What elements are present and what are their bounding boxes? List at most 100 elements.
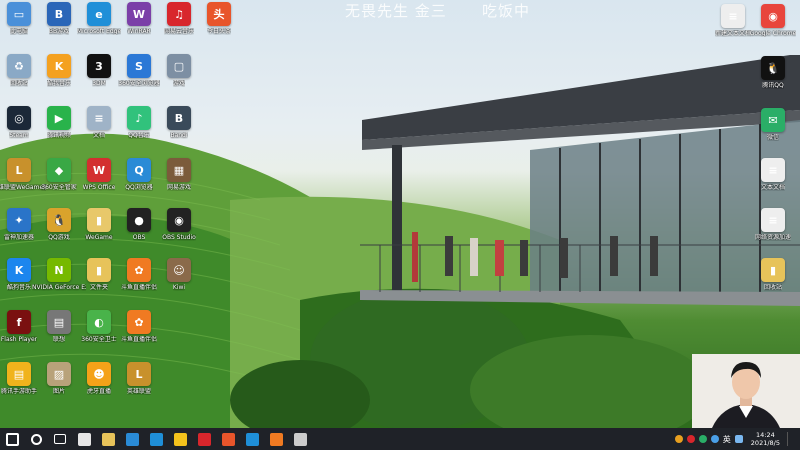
taskbar-edge-button[interactable] (240, 428, 264, 450)
taskbar-qq-music-button[interactable] (168, 428, 192, 450)
tray-app-icon[interactable] (674, 435, 683, 443)
app-icon: ☻ (87, 362, 111, 386)
app-icon: 3 (87, 54, 111, 78)
left-desktop-icon[interactable]: ♻ 回收站 (0, 54, 40, 87)
app-icon: Q (127, 158, 151, 182)
left-desktop-icon[interactable]: ▮ 文件夹 (78, 258, 120, 291)
left-desktop-icon[interactable]: ◐ 360安全卫士 (78, 310, 120, 343)
taskbar-app-orange-2-button[interactable] (264, 428, 288, 450)
left-desktop-icon[interactable]: ☺ Kiwi (158, 258, 200, 291)
left-desktop-icon[interactable]: ▭ 此电脑 (0, 2, 40, 35)
left-desktop-icon[interactable]: ▶ 腾讯视频 (38, 106, 80, 139)
left-desktop-icon[interactable]: ✿ 斗鱼直播伴侣 (118, 310, 160, 343)
app-icon: ▤ (7, 362, 31, 386)
taskbar-browser-1-button[interactable] (120, 428, 144, 450)
obs-icon (293, 432, 307, 446)
taskbar-app-orange-button[interactable] (216, 428, 240, 450)
right-desktop-icon[interactable]: ≡ 网络资源加速 (752, 208, 794, 241)
desktop-icon-label: 图片 (52, 388, 65, 395)
taskbar-obs-button[interactable] (288, 428, 312, 450)
left-desktop-icon[interactable]: W WinRAR (118, 2, 160, 35)
left-desktop-icon[interactable]: L 英雄联盟 (118, 362, 160, 395)
left-desktop-icon[interactable]: ▤ 联想 (38, 310, 80, 343)
left-desktop-icon[interactable]: ▨ 图片 (38, 362, 80, 395)
tray-wechat-icon[interactable] (698, 435, 707, 443)
desktop-icon-label: Steam (9, 132, 29, 139)
desktop-icon-label: 游戏 (172, 80, 185, 87)
left-desktop-icon[interactable]: ◉ OBS Studio (158, 208, 200, 241)
left-desktop-icon[interactable]: K 酷我音乐 (38, 54, 80, 87)
show-desktop-button[interactable] (787, 432, 794, 446)
app-icon: ▤ (47, 310, 71, 334)
right-desktop-icon[interactable]: ≡ 文本文档 (752, 158, 794, 191)
left-desktop-icon[interactable]: 头今日头条 (198, 2, 240, 35)
right-desktop-icon[interactable]: ▮ 回收站 (752, 258, 794, 291)
left-desktop-icon[interactable]: B BB游戏 (38, 2, 80, 35)
desktop-icon-label: 回收站 (763, 284, 782, 291)
app-icon: ▶ (47, 106, 71, 130)
app-icon: K (47, 54, 71, 78)
left-desktop-icon[interactable]: ▢ 游戏 (158, 54, 200, 87)
task-view-icon (54, 434, 66, 444)
left-desktop-icon[interactable]: ✦ 雷神加速器 (0, 208, 40, 241)
app-icon: L (7, 158, 31, 182)
taskbar-clock[interactable]: 14:24 2021/8/5 (751, 431, 780, 447)
left-desktop-icon[interactable]: S 360安全浏览器 (118, 54, 160, 87)
left-desktop-icon[interactable]: e Microsoft Edge (76, 2, 122, 35)
tray-netease-icon[interactable] (686, 435, 695, 443)
left-desktop-icon[interactable]: ☻ 虎牙直播 (78, 362, 120, 395)
taskbar-netease-button[interactable] (192, 428, 216, 450)
left-desktop-icon[interactable]: ✿ 斗鱼直播伴侣 (118, 258, 160, 291)
desktop-icon-label: BB游戏 (48, 28, 70, 35)
taskbar-app-1-button[interactable] (72, 428, 96, 450)
app-icon: ▢ (167, 54, 191, 78)
right-desktop-icon[interactable]: ◉ Google Chrome (750, 4, 796, 37)
desktop-icon-label: 微信 (766, 134, 779, 141)
app-icon: S (127, 54, 151, 78)
right-desktop-icon[interactable]: 🐧 腾讯QQ (752, 56, 794, 89)
app-icon: ≡ (721, 4, 745, 28)
left-desktop-icon[interactable]: f Flash Player (0, 310, 40, 343)
edge-icon (245, 432, 259, 446)
taskbar-file-explorer-button[interactable] (96, 428, 120, 450)
taskbar-start-button[interactable] (0, 428, 24, 450)
left-desktop-icon[interactable]: ≡ 文档 (78, 106, 120, 139)
clock-time: 14:24 (756, 431, 775, 439)
left-desktop-icon[interactable]: ◎ Steam (0, 106, 40, 139)
left-desktop-icon[interactable]: ▤ 腾讯手游助手 (0, 362, 40, 395)
left-desktop-icon[interactable]: ▮ WeGame (78, 208, 120, 241)
browser-2-icon (149, 432, 163, 446)
left-desktop-icon[interactable]: B Bandi (158, 106, 200, 139)
app-icon: ✉ (761, 108, 785, 132)
left-desktop-icon[interactable]: L英雄联盟WeGame版 (0, 158, 46, 191)
left-desktop-icon[interactable]: ◆ 360安全管家 (38, 158, 80, 191)
left-desktop-icon[interactable]: ♫ 网易云音乐 (158, 2, 200, 35)
right-desktop-icon[interactable]: ✉ 微信 (752, 108, 794, 141)
left-desktop-icon[interactable]: 🐧 QQ游戏 (38, 208, 80, 241)
app-icon: ≡ (87, 106, 111, 130)
ime-indicator[interactable]: 英 (723, 434, 731, 445)
desktop-icon-label: 网络资源加速 (754, 234, 791, 241)
desktop-icon-label: 联想 (52, 336, 65, 343)
taskbar-task-view-button[interactable] (48, 428, 72, 450)
tray-network-icon[interactable] (710, 435, 719, 443)
app-orange-2-icon (269, 432, 283, 446)
desktop-icon-label: 网易云音乐 (163, 28, 194, 35)
taskbar-search-button[interactable] (24, 428, 48, 450)
app-icon: W (127, 2, 151, 26)
left-desktop-icon[interactable]: W WPS Office (78, 158, 120, 191)
taskbar-browser-2-button[interactable] (144, 428, 168, 450)
desktop-icon-label: 文档 (92, 132, 105, 139)
right-desktop-icon[interactable]: ≡ 新建文本文档 (712, 4, 754, 37)
left-desktop-icon[interactable]: Q QQ浏览器 (118, 158, 160, 191)
left-desktop-icon[interactable]: ♪ QQ音乐 (118, 106, 160, 139)
left-desktop-icon[interactable]: ▦ 网易游戏 (158, 158, 200, 191)
app-icon: ≡ (761, 158, 785, 182)
left-desktop-icon[interactable]: 3 3DM (78, 54, 120, 87)
desktop-icon-label: Microsoft Edge (76, 28, 122, 35)
left-desktop-icon[interactable]: NNVIDIA GeForce Experience (32, 258, 86, 291)
desktop-icon-label: 回收站 (9, 80, 28, 87)
tray-sound-icon[interactable] (734, 435, 743, 443)
left-desktop-icon[interactable]: ● OBS (118, 208, 160, 241)
app-icon: L (127, 362, 151, 386)
